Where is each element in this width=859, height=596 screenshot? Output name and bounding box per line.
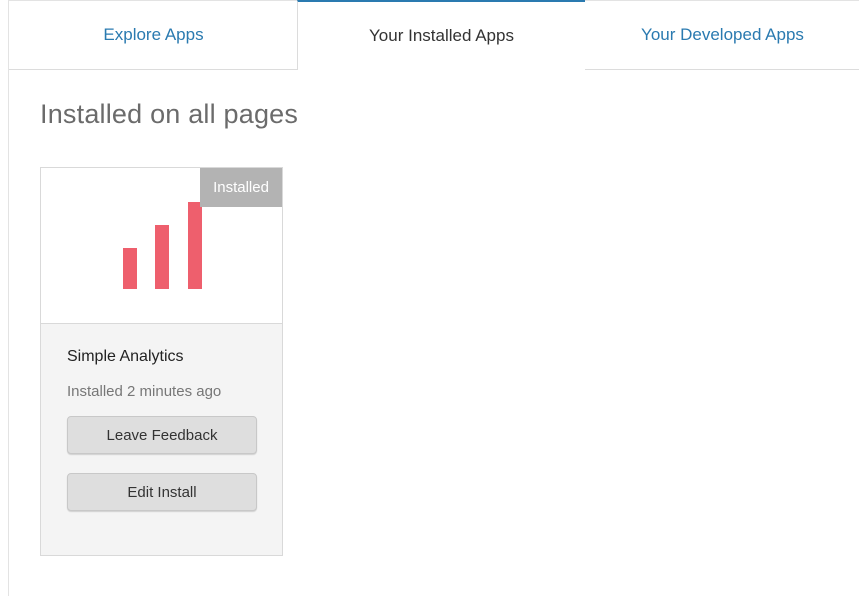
logo-bar-medium [155,225,169,289]
app-install-status: Installed 2 minutes ago [67,383,222,400]
leave-feedback-button[interactable]: Leave Feedback [67,416,257,454]
app-card: Installed Simple Analytics Installed 2 m… [40,167,283,556]
tab-your-installed-apps[interactable]: Your Installed Apps [297,0,586,70]
app-name: Simple Analytics [67,348,184,365]
logo-bar-tall [188,202,202,289]
section-title: Installed on all pages [40,99,299,129]
tab-explore-apps[interactable]: Explore Apps [9,0,298,70]
tab-your-developed-apps[interactable]: Your Developed Apps [585,0,859,70]
app-card-hero: Installed [41,168,282,324]
installed-badge: Installed [200,168,282,207]
edit-install-button[interactable]: Edit Install [67,473,257,511]
app-tabs: Explore Apps Your Installed Apps Your De… [9,0,859,70]
logo-bar-short [123,248,137,289]
installed-apps-page: Explore Apps Your Installed Apps Your De… [8,0,859,596]
